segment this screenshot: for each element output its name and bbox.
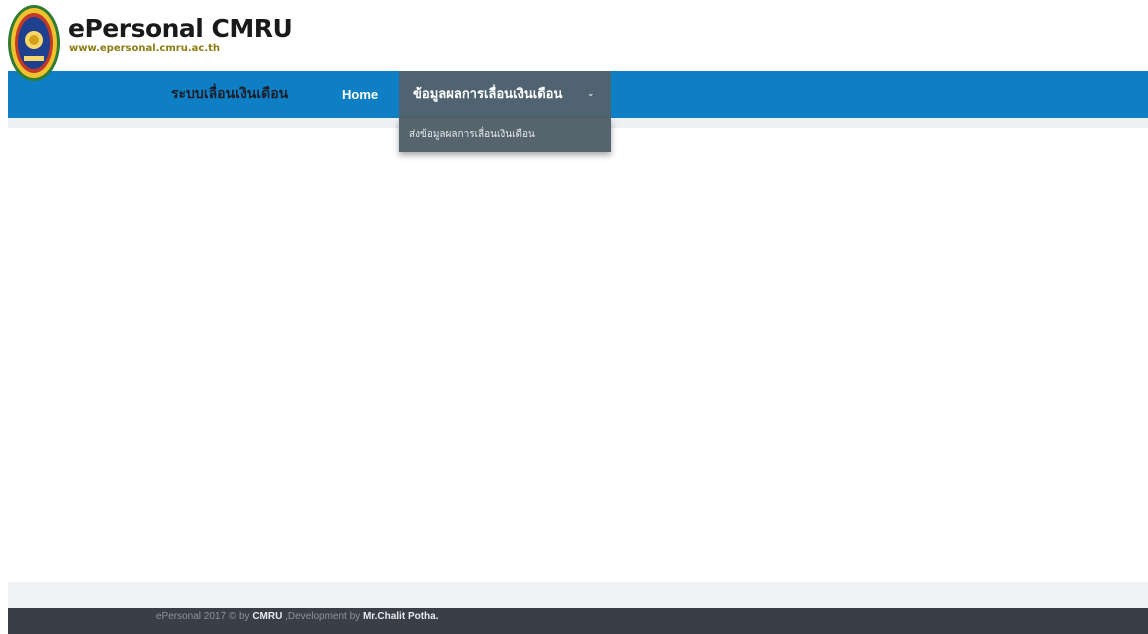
nav-dropdown-salary-results[interactable]: ข้อมูลผลการเลื่อนเงินเดือน ⌄ [399,71,611,118]
site-url: www.epersonal.cmru.ac.th [69,43,221,54]
dropdown-menu: ส่งข้อมูลผลการเลื่อนเงินเดือน [399,118,611,152]
chevron-down-icon: ⌄ [587,89,595,99]
nav-brand[interactable]: ระบบเลื่อนเงินเดือน [171,71,288,118]
footer-middle: ,Development by [282,611,363,622]
site-header: ePersonal CMRU www.epersonal.cmru.ac.th [0,0,1148,81]
footer-developer: Mr.Chalit Potha. [362,611,439,622]
nav-home-link[interactable]: Home [342,71,378,118]
footer-prefix: ePersonal 2017 © by [156,611,253,622]
site-footer: ePersonal 2017 © by CMRU ,Development by… [8,608,1148,634]
footer-org: CMRU [252,611,283,622]
university-seal-icon[interactable] [7,4,61,82]
main-navbar: ระบบเลื่อนเงินเดือน Home ข้อมูลผลการเลื่… [8,71,1148,118]
nav-dropdown-label: ข้อมูลผลการเลื่อนเงินเดือน [413,87,563,102]
dropdown-item-send-results[interactable]: ส่งข้อมูลผลการเลื่อนเงินเดือน [409,118,535,152]
site-title[interactable]: ePersonal CMRU [68,14,293,44]
footer-credit: ePersonal 2017 © by CMRU ,Development by… [156,608,439,626]
footer-spacer [8,582,1148,608]
